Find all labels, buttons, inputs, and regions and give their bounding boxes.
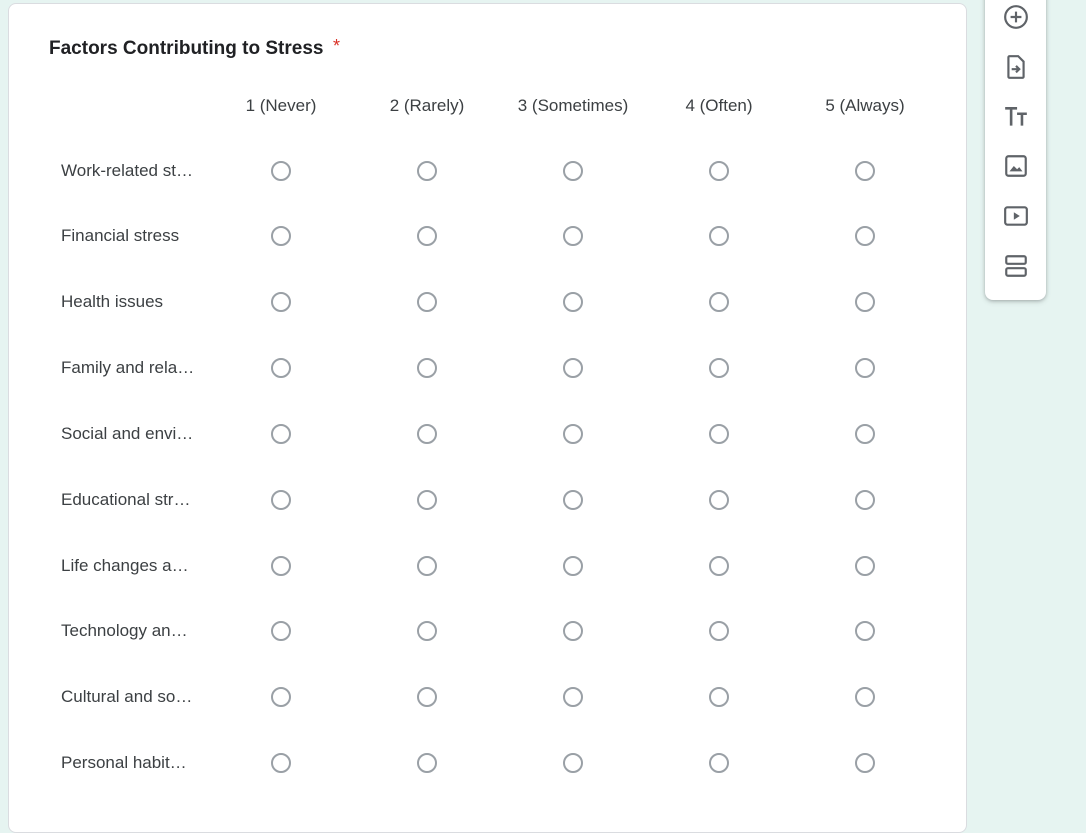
radio-button[interactable] — [563, 292, 583, 312]
row-label: Personal habit… — [61, 753, 187, 772]
row-label: Social and envi… — [61, 424, 194, 443]
radio-button[interactable] — [855, 226, 875, 246]
radio-button[interactable] — [709, 292, 729, 312]
row-label: Work-related st… — [61, 161, 193, 180]
radio-button[interactable] — [417, 226, 437, 246]
radio-button[interactable] — [855, 292, 875, 312]
radio-button[interactable] — [563, 490, 583, 510]
radio-button[interactable] — [709, 556, 729, 576]
column-header: 3 (Sometimes) — [517, 96, 629, 115]
add-section-button[interactable] — [1001, 251, 1031, 281]
add-image-button[interactable] — [1001, 151, 1031, 181]
radio-button[interactable] — [271, 226, 291, 246]
add-question-button[interactable] — [1001, 2, 1031, 32]
column-header: 5 (Always) — [825, 96, 905, 115]
radio-button[interactable] — [709, 424, 729, 444]
add-title-button[interactable] — [1001, 102, 1031, 132]
radio-button[interactable] — [417, 292, 437, 312]
row-label: Health issues — [61, 292, 164, 311]
radio-button[interactable] — [417, 161, 437, 181]
radio-button[interactable] — [563, 358, 583, 378]
radio-button[interactable] — [709, 753, 729, 773]
radio-button[interactable] — [709, 161, 729, 181]
row-label: Financial stress — [61, 226, 180, 245]
radio-button[interactable] — [271, 292, 291, 312]
floating-toolbar — [985, 0, 1046, 300]
question-title: Factors Contributing to Stress — [49, 38, 324, 59]
radio-button[interactable] — [271, 490, 291, 510]
radio-button[interactable] — [709, 687, 729, 707]
radio-button[interactable] — [855, 490, 875, 510]
radio-button[interactable] — [855, 687, 875, 707]
row-label: Cultural and so… — [61, 687, 193, 706]
required-asterisk: * — [333, 36, 341, 56]
import-questions-button[interactable] — [1001, 52, 1031, 82]
row-label: Life changes a… — [61, 556, 189, 575]
radio-button[interactable] — [271, 556, 291, 576]
radio-button[interactable] — [271, 687, 291, 707]
column-header: 4 (Often) — [685, 96, 753, 115]
row-label: Educational str… — [61, 490, 191, 509]
radio-button[interactable] — [271, 161, 291, 181]
radio-button[interactable] — [563, 753, 583, 773]
column-header: 2 (Rarely) — [389, 96, 465, 115]
add-video-icon — [1004, 206, 1028, 226]
column-header: 1 (Never) — [245, 96, 317, 115]
radio-button[interactable] — [563, 424, 583, 444]
add-section-icon — [1005, 255, 1027, 277]
row-label: Technology an… — [61, 621, 188, 640]
radio-button[interactable] — [855, 161, 875, 181]
radio-button[interactable] — [563, 226, 583, 246]
import-question-icon — [1007, 55, 1025, 79]
radio-button[interactable] — [271, 753, 291, 773]
radio-button[interactable] — [709, 490, 729, 510]
radio-button[interactable] — [417, 556, 437, 576]
add-image-icon — [1005, 155, 1027, 177]
radio-button[interactable] — [271, 621, 291, 641]
radio-button[interactable] — [417, 490, 437, 510]
radio-button[interactable] — [709, 226, 729, 246]
radio-button[interactable] — [563, 621, 583, 641]
radio-button[interactable] — [855, 556, 875, 576]
question-card: Factors Contributing to Stress * 1 (Neve… — [8, 3, 967, 833]
radio-button[interactable] — [417, 424, 437, 444]
radio-button[interactable] — [855, 424, 875, 444]
row-label: Family and rela… — [61, 358, 195, 377]
radio-button[interactable] — [417, 358, 437, 378]
radio-button[interactable] — [563, 687, 583, 707]
radio-button[interactable] — [855, 753, 875, 773]
add-video-button[interactable] — [1001, 201, 1031, 231]
radio-button[interactable] — [563, 161, 583, 181]
radio-button[interactable] — [271, 424, 291, 444]
radio-button[interactable] — [709, 358, 729, 378]
radio-button[interactable] — [417, 621, 437, 641]
add-title-icon — [1005, 107, 1027, 126]
radio-button[interactable] — [709, 621, 729, 641]
radio-button[interactable] — [855, 358, 875, 378]
radio-button[interactable] — [271, 358, 291, 378]
radio-button[interactable] — [563, 556, 583, 576]
radio-button[interactable] — [417, 687, 437, 707]
radio-button[interactable] — [417, 753, 437, 773]
add-circle-icon — [1004, 5, 1028, 29]
radio-button[interactable] — [855, 621, 875, 641]
